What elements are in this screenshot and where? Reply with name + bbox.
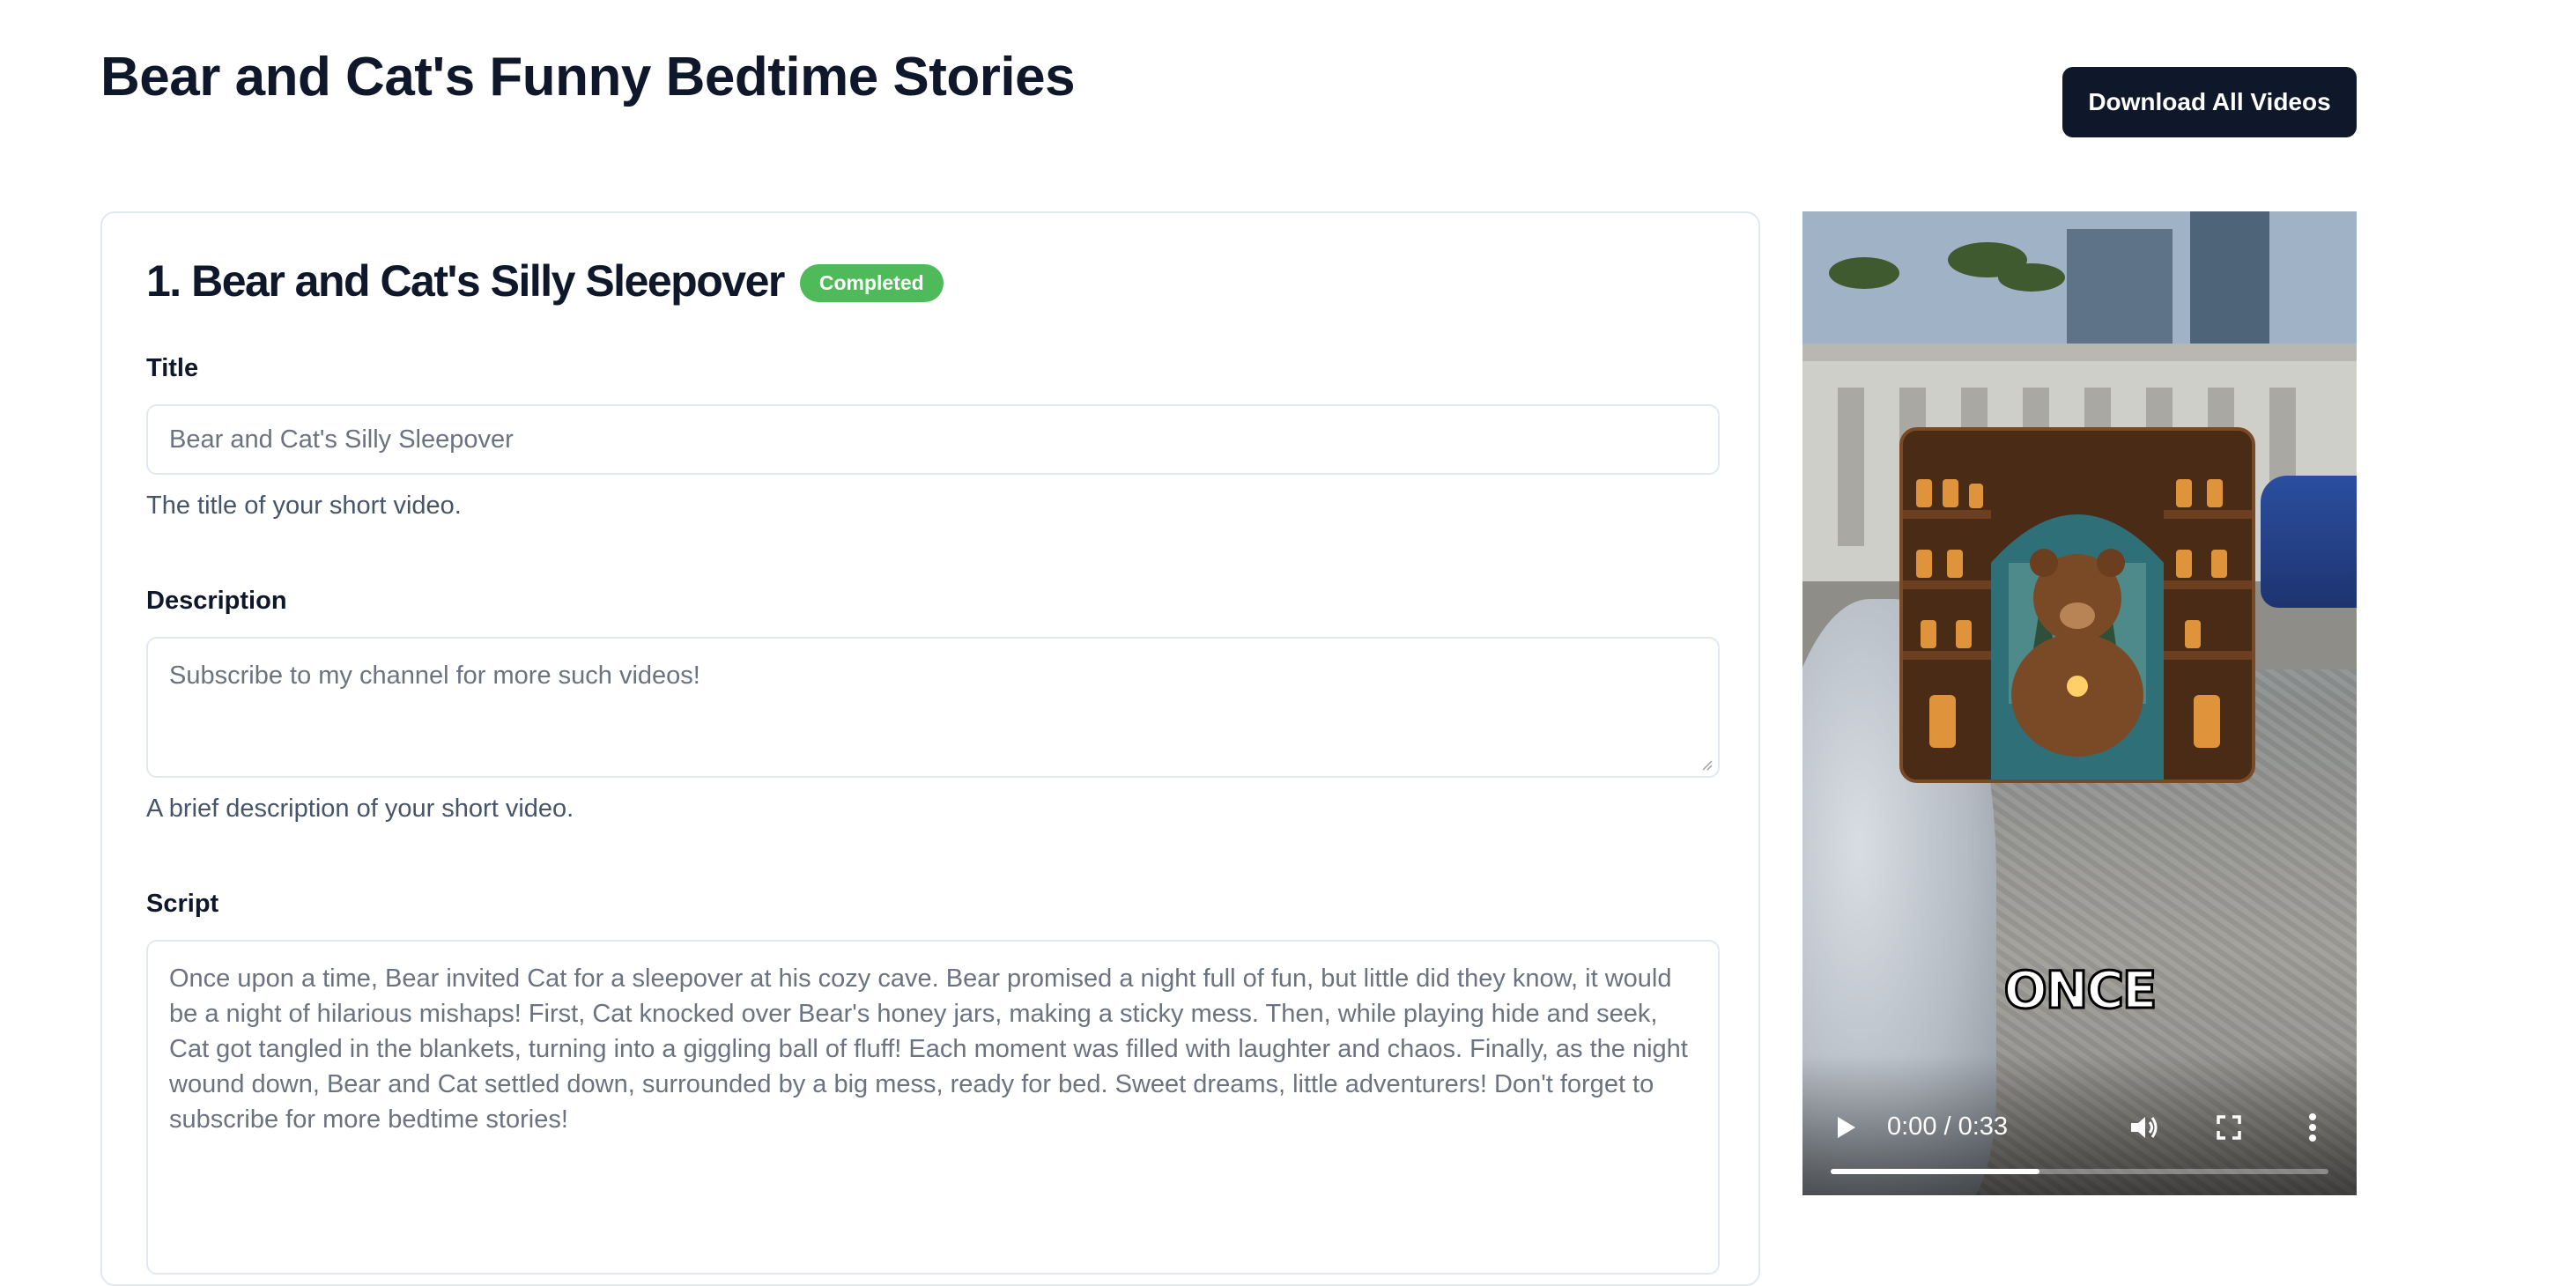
script-label: Script — [146, 890, 219, 918]
time-display: 0:00 / 0:33 — [1887, 1112, 2009, 1141]
bear-thumbnail-image — [1899, 427, 2255, 783]
status-badge: Completed — [799, 263, 944, 302]
script-textarea[interactable]: Once upon a time, Bear invited Cat for a… — [146, 940, 1720, 1275]
story-card: 1. Bear and Cat's Silly Sleepover Comple… — [100, 211, 1760, 1286]
description-textarea-value: Subscribe to my channel for more such vi… — [169, 661, 700, 690]
description-textarea[interactable]: Subscribe to my channel for more such vi… — [146, 637, 1720, 778]
video-caption: ONCE — [2002, 959, 2158, 1022]
video-car — [2261, 476, 2357, 608]
video-player[interactable]: ONCE 0:00 / 0:33 — [1802, 211, 2357, 1195]
title-input[interactable]: Bear and Cat's Silly Sleepover — [146, 404, 1720, 475]
title-label: Title — [146, 354, 199, 382]
description-hint: A brief description of your short video. — [146, 795, 574, 823]
video-controls: 0:00 / 0:33 — [1802, 1054, 2357, 1195]
story-header: 1. Bear and Cat's Silly Sleepover Comple… — [146, 255, 944, 307]
description-label: Description — [146, 587, 287, 615]
download-all-videos-button[interactable]: Download All Videos — [2062, 67, 2357, 137]
volume-icon[interactable] — [2127, 1110, 2162, 1145]
resize-grip-icon[interactable] — [1700, 758, 1713, 771]
progress-buffered — [1831, 1169, 2040, 1174]
script-textarea-value: Once upon a time, Bear invited Cat for a… — [169, 964, 1688, 1134]
title-input-value: Bear and Cat's Silly Sleepover — [169, 425, 514, 454]
progress-bar[interactable] — [1831, 1169, 2328, 1174]
page-title: Bear and Cat's Funny Bedtime Stories — [100, 47, 1076, 107]
play-icon[interactable] — [1829, 1110, 1864, 1145]
story-heading: 1. Bear and Cat's Silly Sleepover — [146, 256, 785, 306]
fullscreen-icon[interactable] — [2211, 1110, 2247, 1145]
title-hint: The title of your short video. — [146, 491, 462, 520]
more-options-icon[interactable] — [2295, 1110, 2330, 1145]
